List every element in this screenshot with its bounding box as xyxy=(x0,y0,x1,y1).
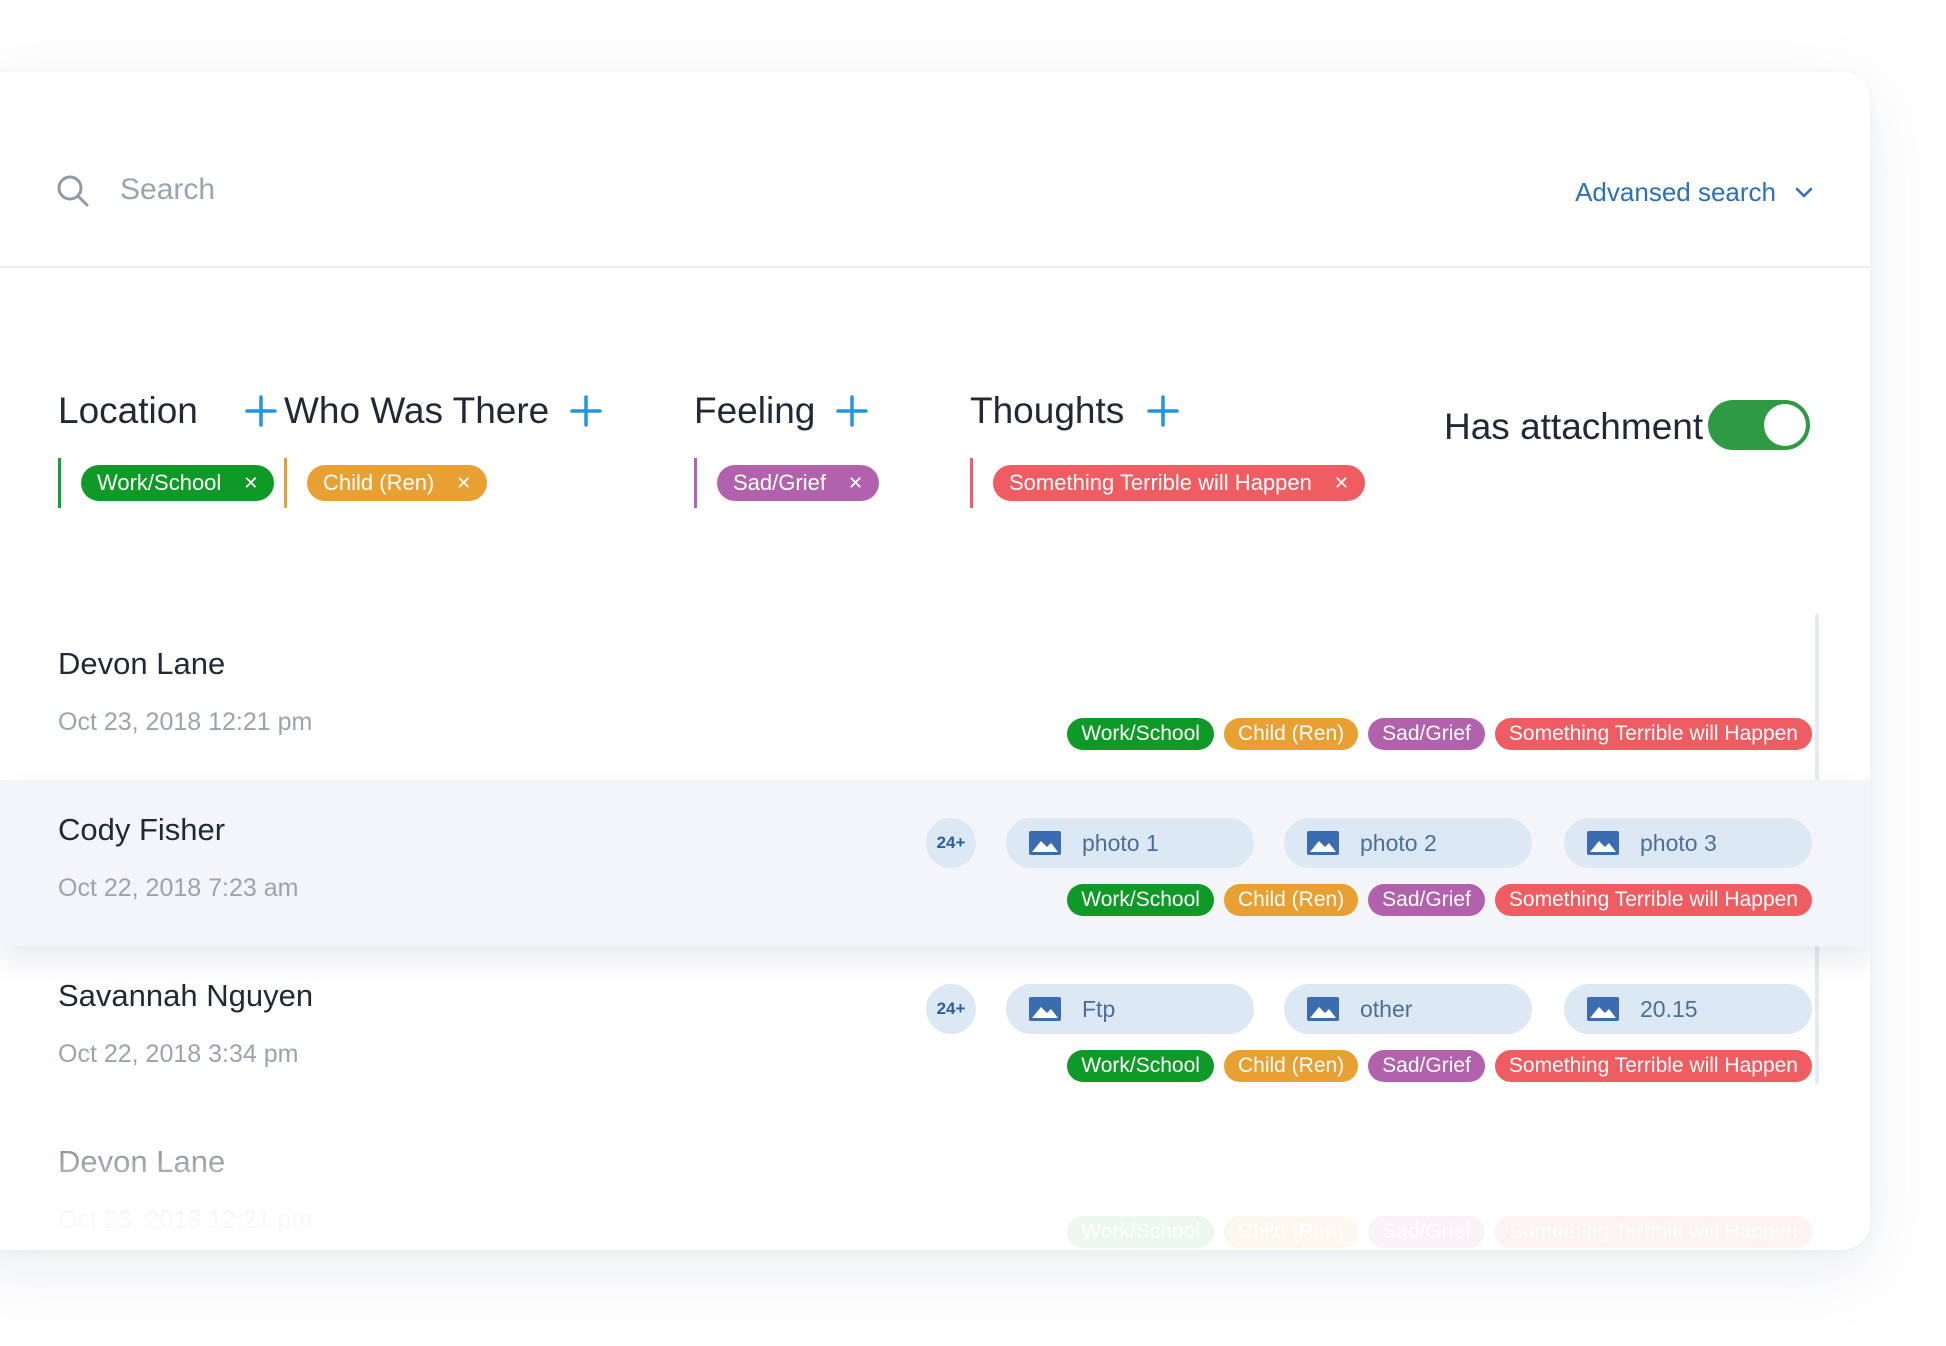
has-attachment-label: Has attachment xyxy=(1444,406,1704,447)
attachment-label: 20.15 xyxy=(1640,995,1698,1022)
attachment-other[interactable]: other xyxy=(1284,984,1532,1034)
has-attachment-toggle[interactable] xyxy=(1708,400,1810,450)
tag-child-ren: Child (Ren) xyxy=(1223,884,1359,916)
toggle-knob xyxy=(1764,404,1806,446)
search-bar: Advansed search xyxy=(0,72,1870,268)
tag-child-ren: Child (Ren) xyxy=(1223,718,1359,750)
chip-label: Work/School xyxy=(97,470,222,495)
entry-row[interactable]: Devon Lane Oct 23, 2018 12:21 pm Work/Sc… xyxy=(0,1112,1870,1250)
entry-tags: Work/School Child (Ren) Sad/Grief Someth… xyxy=(1067,884,1812,916)
close-icon[interactable]: ✕ xyxy=(456,474,471,492)
search-icon[interactable] xyxy=(56,174,90,208)
attachment-label: photo 2 xyxy=(1360,829,1437,856)
entry-name: Devon Lane xyxy=(58,1144,226,1179)
attachment-photo-3[interactable]: photo 3 xyxy=(1564,818,1812,868)
entry-tags: Work/School Child (Ren) Sad/Grief Someth… xyxy=(1067,1050,1812,1082)
attachment-list: photo 1 photo 2 photo 3 xyxy=(1006,818,1812,868)
filter-title-who-was-there: Who Was There xyxy=(284,390,550,431)
attachment-photo-1[interactable]: photo 1 xyxy=(1006,818,1254,868)
filter-thoughts: Thoughts Something Terrible will Happen … xyxy=(970,390,1365,508)
tag-something-terrible: Something Terrible will Happen xyxy=(1494,884,1812,916)
tag-work-school: Work/School xyxy=(1067,884,1214,916)
chip-label: Child (Ren) xyxy=(323,470,435,495)
filter-title-thoughts: Thoughts xyxy=(970,390,1125,431)
tag-something-terrible: Something Terrible will Happen xyxy=(1494,1050,1812,1082)
tag-sad-grief: Sad/Grief xyxy=(1368,884,1485,916)
entry-date: Oct 22, 2018 7:23 am xyxy=(58,874,299,902)
advanced-search-button[interactable]: Advansed search xyxy=(1575,172,1814,212)
image-icon xyxy=(1029,997,1061,1021)
attachment-20-15[interactable]: 20.15 xyxy=(1564,984,1812,1034)
filter-location: Location Work/School ✕ xyxy=(58,390,278,508)
plus-icon[interactable] xyxy=(569,394,603,428)
chevron-down-icon xyxy=(1795,187,1813,198)
entry-name: Devon Lane xyxy=(58,646,226,681)
tag-work-school: Work/School xyxy=(1067,718,1214,750)
entry-tags: Work/School Child (Ren) Sad/Grief Someth… xyxy=(1067,718,1812,750)
attachment-label: photo 1 xyxy=(1082,829,1159,856)
filter-chips-who-was-there: Child (Ren) ✕ xyxy=(284,458,603,508)
image-icon xyxy=(1029,831,1061,855)
tag-child-ren: Child (Ren) xyxy=(1223,1050,1359,1082)
entry-row-selected[interactable]: Cody Fisher Oct 22, 2018 7:23 am 24+ pho… xyxy=(0,780,1870,946)
tag-sad-grief: Sad/Grief xyxy=(1368,1050,1485,1082)
attachment-list: Ftp other 20.15 xyxy=(1006,984,1812,1034)
filter-chips-thoughts: Something Terrible will Happen ✕ xyxy=(970,458,1365,508)
chip-label: Sad/Grief xyxy=(733,470,826,495)
tag-work-school: Work/School xyxy=(1067,1050,1214,1082)
entry-name: Savannah Nguyen xyxy=(58,978,314,1013)
image-icon xyxy=(1307,831,1339,855)
filter-chips-feeling: Sad/Grief ✕ xyxy=(694,458,880,508)
filter-chip-work-school[interactable]: Work/School ✕ xyxy=(81,465,275,501)
filter-chip-sad-grief[interactable]: Sad/Grief ✕ xyxy=(717,465,880,501)
close-icon[interactable]: ✕ xyxy=(1334,474,1349,492)
filter-chip-child-ren[interactable]: Child (Ren) ✕ xyxy=(307,465,488,501)
image-icon xyxy=(1307,997,1339,1021)
filter-title-location: Location xyxy=(58,390,198,431)
plus-icon[interactable] xyxy=(835,394,869,428)
entry-tags: Work/School Child (Ren) Sad/Grief Someth… xyxy=(1067,1216,1812,1248)
entry-date: Oct 23, 2018 12:21 pm xyxy=(58,708,313,736)
attachment-count-badge[interactable]: 24+ xyxy=(926,984,976,1034)
tag-sad-grief: Sad/Grief xyxy=(1368,1216,1485,1248)
image-icon xyxy=(1587,997,1619,1021)
attachment-label: photo 3 xyxy=(1640,829,1717,856)
plus-icon[interactable] xyxy=(1146,394,1180,428)
filter-title-feeling: Feeling xyxy=(694,390,816,431)
close-icon[interactable]: ✕ xyxy=(243,474,258,492)
entry-date: Oct 22, 2018 3:34 pm xyxy=(58,1040,299,1068)
attachment-label: other xyxy=(1360,995,1413,1022)
tag-child-ren: Child (Ren) xyxy=(1223,1216,1359,1248)
tag-sad-grief: Sad/Grief xyxy=(1368,718,1485,750)
tag-work-school: Work/School xyxy=(1067,1216,1214,1248)
attachment-ftp[interactable]: Ftp xyxy=(1006,984,1254,1034)
attachment-count-badge[interactable]: 24+ xyxy=(926,818,976,868)
entry-row[interactable]: Devon Lane Oct 23, 2018 12:21 pm Work/Sc… xyxy=(0,614,1870,780)
search-input[interactable] xyxy=(120,162,720,218)
journal-panel: Advansed search Location Work/School ✕ W… xyxy=(0,72,1870,1250)
attachment-photo-2[interactable]: photo 2 xyxy=(1284,818,1532,868)
tag-something-terrible: Something Terrible will Happen xyxy=(1494,718,1812,750)
entry-name: Cody Fisher xyxy=(58,812,226,847)
tag-something-terrible: Something Terrible will Happen xyxy=(1494,1216,1812,1248)
entry-row[interactable]: Savannah Nguyen Oct 22, 2018 3:34 pm 24+… xyxy=(0,946,1870,1112)
filter-chips-location: Work/School ✕ xyxy=(58,458,278,508)
advanced-search-label: Advansed search xyxy=(1575,176,1776,207)
chip-label: Something Terrible will Happen xyxy=(1009,470,1312,495)
plus-icon[interactable] xyxy=(244,394,278,428)
image-icon xyxy=(1587,831,1619,855)
attachment-label: Ftp xyxy=(1082,995,1116,1022)
filter-who-was-there: Who Was There Child (Ren) ✕ xyxy=(284,390,603,508)
close-icon[interactable]: ✕ xyxy=(848,474,863,492)
filter-chip-something-terrible[interactable]: Something Terrible will Happen ✕ xyxy=(993,465,1365,501)
entry-list: Devon Lane Oct 23, 2018 12:21 pm Work/Sc… xyxy=(0,614,1870,1250)
entry-date: Oct 23, 2018 12:21 pm xyxy=(58,1206,313,1234)
filter-feeling: Feeling Sad/Grief ✕ xyxy=(694,390,880,508)
